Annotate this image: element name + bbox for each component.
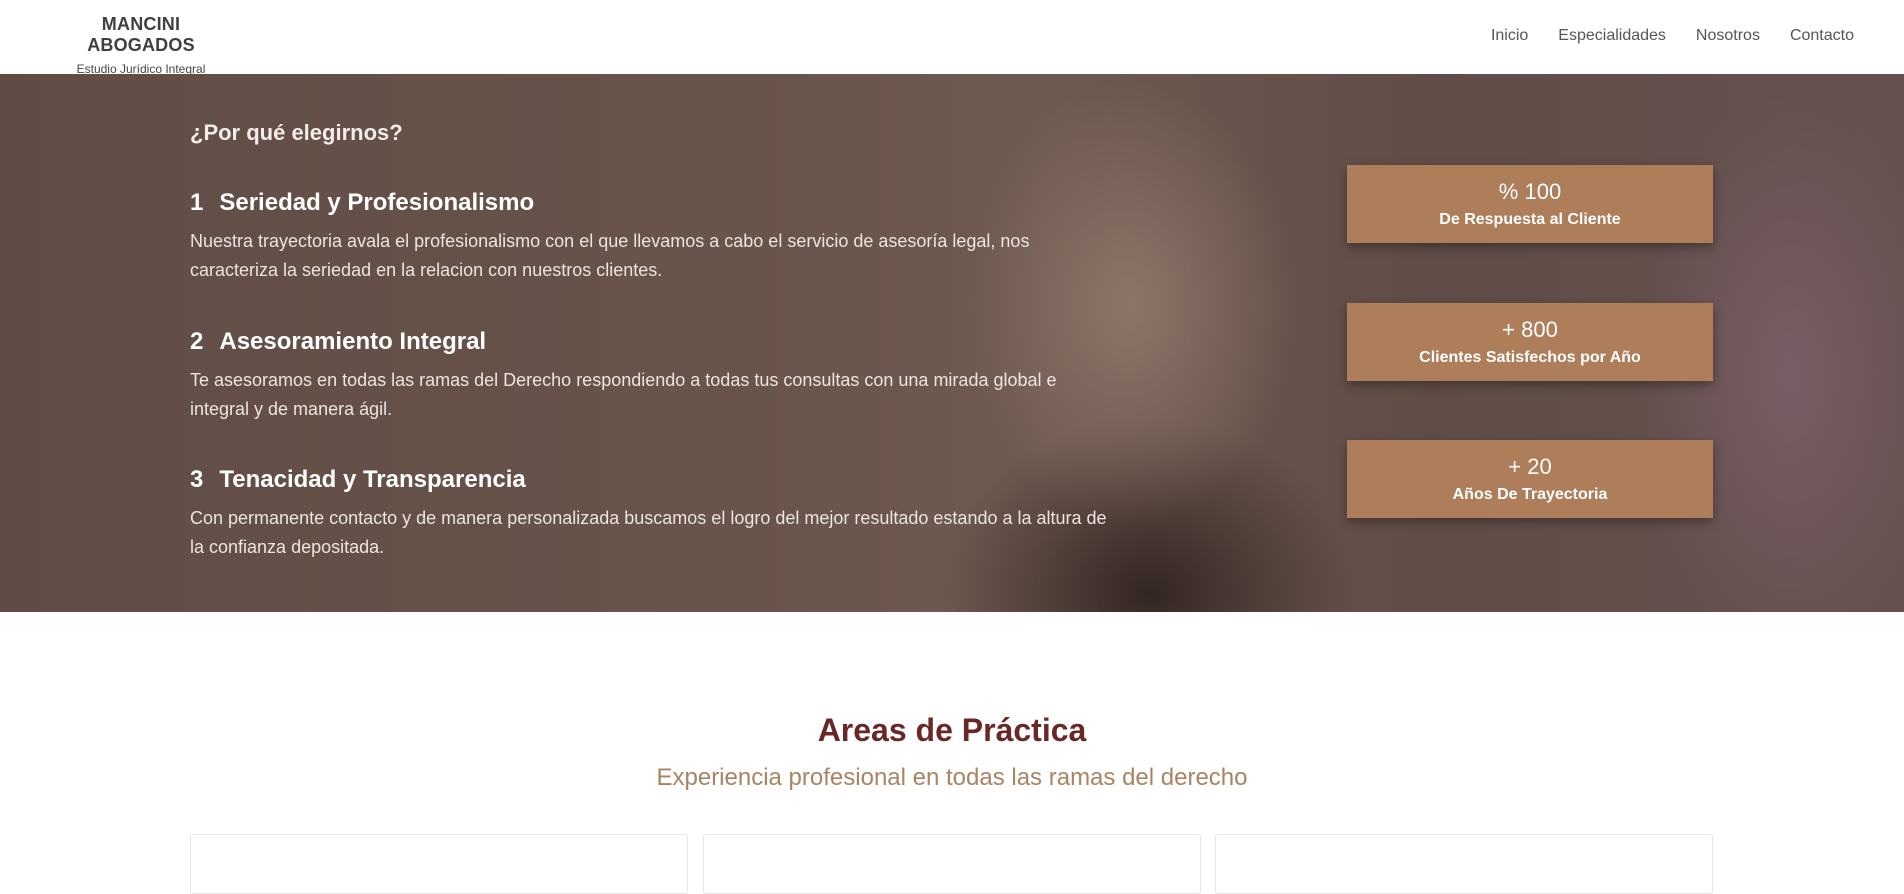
feature-title: 2 Asesoramiento Integral [190, 328, 1120, 356]
nav-link-contacto[interactable]: Contacto [1790, 27, 1854, 45]
why-us-heading: ¿Por qué elegirnos? [190, 120, 403, 145]
stat-value: + 20 [1508, 454, 1552, 479]
nav-link-especialidades[interactable]: Especialidades [1558, 27, 1666, 45]
nav-link-inicio[interactable]: Inicio [1491, 27, 1528, 45]
stat-label: Años De Trayectoria [1452, 486, 1608, 503]
practice-area-card[interactable] [703, 834, 1201, 894]
feature-description: Con permanente contacto y de manera pers… [190, 508, 1107, 557]
feature-title-text: Tenacidad y Transparencia [219, 466, 526, 493]
feature-item: 1 Seriedad y Profesionalismo Nuestra tra… [190, 189, 1120, 285]
feature-item: 2 Asesoramiento Integral Te asesoramos e… [190, 328, 1120, 424]
practice-areas-subtitle: Experiencia profesional en todas las ram… [656, 764, 1248, 791]
site-header: MANCINI ABOGADOS Estudio Jurídico Integr… [0, 0, 1904, 76]
feature-title: 3 Tenacidad y Transparencia [190, 466, 1120, 494]
main-nav: Inicio Especialidades Nosotros Contacto [1491, 27, 1854, 45]
stat-value: + 800 [1502, 317, 1558, 342]
feature-title: 1 Seriedad y Profesionalismo [190, 189, 1120, 217]
feature-number: 2 [190, 328, 204, 355]
stat-label: De Respuesta al Cliente [1439, 211, 1621, 228]
stat-card: % 100 De Respuesta al Cliente [1347, 165, 1713, 243]
feature-description: Nuestra trayectoria avala el profesional… [190, 231, 1030, 280]
practice-area-card[interactable] [1215, 834, 1713, 894]
stat-value: % 100 [1498, 179, 1562, 204]
stat-label: Clientes Satisfechos por Año [1419, 349, 1641, 366]
nav-link-nosotros[interactable]: Nosotros [1696, 27, 1760, 45]
feature-number: 1 [190, 189, 204, 216]
feature-number: 3 [190, 466, 204, 493]
hero-section: ¿Por qué elegirnos? 1 Seriedad y Profesi… [0, 74, 1904, 612]
practice-areas-title: Areas de Práctica [817, 712, 1087, 748]
brand-title: MANCINI ABOGADOS [87, 14, 195, 55]
practice-area-card[interactable] [190, 834, 688, 894]
brand-logo[interactable]: MANCINI ABOGADOS Estudio Jurídico Integr… [50, 14, 232, 76]
stat-card: + 20 Años De Trayectoria [1347, 440, 1713, 518]
stat-card: + 800 Clientes Satisfechos por Año [1347, 303, 1713, 381]
feature-title-text: Seriedad y Profesionalismo [219, 189, 535, 216]
feature-item: 3 Tenacidad y Transparencia Con permanen… [190, 466, 1120, 562]
feature-title-text: Asesoramiento Integral [219, 328, 487, 355]
feature-description: Te asesoramos en todas las ramas del Der… [190, 370, 1057, 419]
